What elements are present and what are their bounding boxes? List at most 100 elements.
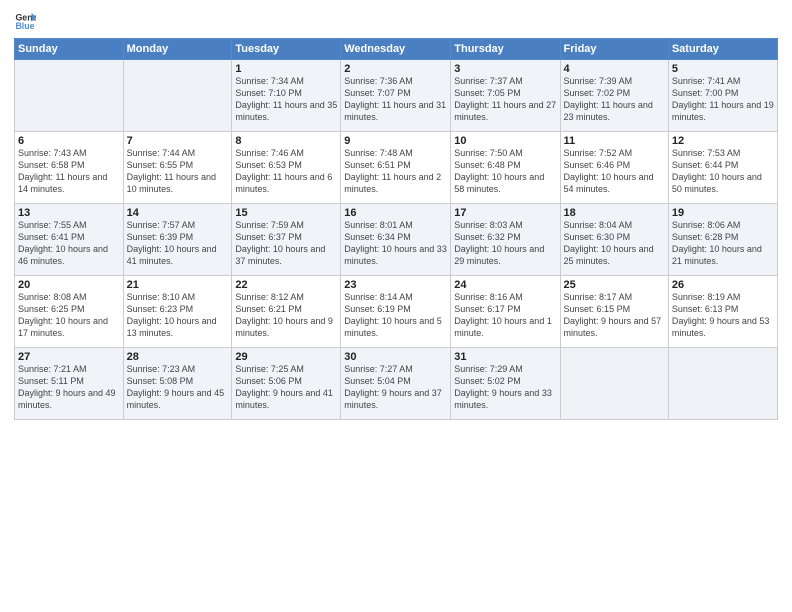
day-number: 14	[127, 207, 229, 219]
calendar-cell: 4Sunrise: 7:39 AM Sunset: 7:02 PM Daylig…	[560, 60, 668, 132]
calendar-cell: 2Sunrise: 7:36 AM Sunset: 7:07 PM Daylig…	[341, 60, 451, 132]
day-info: Sunrise: 7:34 AM Sunset: 7:10 PM Dayligh…	[235, 75, 337, 124]
weekday-tuesday: Tuesday	[232, 39, 341, 60]
calendar-cell: 25Sunrise: 8:17 AM Sunset: 6:15 PM Dayli…	[560, 276, 668, 348]
calendar-cell: 3Sunrise: 7:37 AM Sunset: 7:05 PM Daylig…	[451, 60, 560, 132]
calendar-cell: 10Sunrise: 7:50 AM Sunset: 6:48 PM Dayli…	[451, 132, 560, 204]
calendar-cell: 13Sunrise: 7:55 AM Sunset: 6:41 PM Dayli…	[15, 204, 124, 276]
calendar-cell: 9Sunrise: 7:48 AM Sunset: 6:51 PM Daylig…	[341, 132, 451, 204]
calendar-week-2: 13Sunrise: 7:55 AM Sunset: 6:41 PM Dayli…	[15, 204, 778, 276]
day-info: Sunrise: 7:37 AM Sunset: 7:05 PM Dayligh…	[454, 75, 556, 124]
calendar-cell: 5Sunrise: 7:41 AM Sunset: 7:00 PM Daylig…	[668, 60, 777, 132]
day-info: Sunrise: 8:08 AM Sunset: 6:25 PM Dayligh…	[18, 291, 120, 340]
day-number: 26	[672, 279, 774, 291]
calendar-cell: 23Sunrise: 8:14 AM Sunset: 6:19 PM Dayli…	[341, 276, 451, 348]
day-number: 3	[454, 63, 556, 75]
day-number: 10	[454, 135, 556, 147]
day-number: 21	[127, 279, 229, 291]
calendar-cell: 27Sunrise: 7:21 AM Sunset: 5:11 PM Dayli…	[15, 348, 124, 420]
day-number: 5	[672, 63, 774, 75]
day-info: Sunrise: 7:55 AM Sunset: 6:41 PM Dayligh…	[18, 219, 120, 268]
day-number: 13	[18, 207, 120, 219]
day-number: 17	[454, 207, 556, 219]
weekday-sunday: Sunday	[15, 39, 124, 60]
day-number: 18	[564, 207, 665, 219]
day-info: Sunrise: 8:10 AM Sunset: 6:23 PM Dayligh…	[127, 291, 229, 340]
weekday-wednesday: Wednesday	[341, 39, 451, 60]
calendar-cell: 20Sunrise: 8:08 AM Sunset: 6:25 PM Dayli…	[15, 276, 124, 348]
day-info: Sunrise: 7:41 AM Sunset: 7:00 PM Dayligh…	[672, 75, 774, 124]
day-number: 31	[454, 351, 556, 363]
day-number: 22	[235, 279, 337, 291]
weekday-thursday: Thursday	[451, 39, 560, 60]
day-info: Sunrise: 8:14 AM Sunset: 6:19 PM Dayligh…	[344, 291, 447, 340]
day-info: Sunrise: 7:57 AM Sunset: 6:39 PM Dayligh…	[127, 219, 229, 268]
weekday-friday: Friday	[560, 39, 668, 60]
day-info: Sunrise: 7:21 AM Sunset: 5:11 PM Dayligh…	[18, 363, 120, 412]
day-info: Sunrise: 7:46 AM Sunset: 6:53 PM Dayligh…	[235, 147, 337, 196]
day-info: Sunrise: 8:12 AM Sunset: 6:21 PM Dayligh…	[235, 291, 337, 340]
calendar-cell	[123, 60, 232, 132]
day-number: 8	[235, 135, 337, 147]
calendar-cell: 28Sunrise: 7:23 AM Sunset: 5:08 PM Dayli…	[123, 348, 232, 420]
weekday-header-row: SundayMondayTuesdayWednesdayThursdayFrid…	[15, 39, 778, 60]
day-info: Sunrise: 8:06 AM Sunset: 6:28 PM Dayligh…	[672, 219, 774, 268]
weekday-monday: Monday	[123, 39, 232, 60]
calendar-cell: 11Sunrise: 7:52 AM Sunset: 6:46 PM Dayli…	[560, 132, 668, 204]
calendar-cell: 26Sunrise: 8:19 AM Sunset: 6:13 PM Dayli…	[668, 276, 777, 348]
calendar-cell: 6Sunrise: 7:43 AM Sunset: 6:58 PM Daylig…	[15, 132, 124, 204]
calendar-cell: 16Sunrise: 8:01 AM Sunset: 6:34 PM Dayli…	[341, 204, 451, 276]
day-info: Sunrise: 8:16 AM Sunset: 6:17 PM Dayligh…	[454, 291, 556, 340]
calendar-table: SundayMondayTuesdayWednesdayThursdayFrid…	[14, 38, 778, 420]
day-number: 1	[235, 63, 337, 75]
day-number: 16	[344, 207, 447, 219]
calendar-week-4: 27Sunrise: 7:21 AM Sunset: 5:11 PM Dayli…	[15, 348, 778, 420]
day-info: Sunrise: 7:48 AM Sunset: 6:51 PM Dayligh…	[344, 147, 447, 196]
day-info: Sunrise: 7:50 AM Sunset: 6:48 PM Dayligh…	[454, 147, 556, 196]
calendar-week-3: 20Sunrise: 8:08 AM Sunset: 6:25 PM Dayli…	[15, 276, 778, 348]
calendar-cell: 1Sunrise: 7:34 AM Sunset: 7:10 PM Daylig…	[232, 60, 341, 132]
calendar-cell: 8Sunrise: 7:46 AM Sunset: 6:53 PM Daylig…	[232, 132, 341, 204]
day-number: 6	[18, 135, 120, 147]
day-info: Sunrise: 7:53 AM Sunset: 6:44 PM Dayligh…	[672, 147, 774, 196]
day-number: 2	[344, 63, 447, 75]
day-number: 24	[454, 279, 556, 291]
day-info: Sunrise: 8:17 AM Sunset: 6:15 PM Dayligh…	[564, 291, 665, 340]
day-info: Sunrise: 8:01 AM Sunset: 6:34 PM Dayligh…	[344, 219, 447, 268]
calendar-body: 1Sunrise: 7:34 AM Sunset: 7:10 PM Daylig…	[15, 60, 778, 420]
weekday-saturday: Saturday	[668, 39, 777, 60]
day-info: Sunrise: 7:59 AM Sunset: 6:37 PM Dayligh…	[235, 219, 337, 268]
calendar-cell	[15, 60, 124, 132]
day-number: 19	[672, 207, 774, 219]
calendar-week-1: 6Sunrise: 7:43 AM Sunset: 6:58 PM Daylig…	[15, 132, 778, 204]
calendar-week-0: 1Sunrise: 7:34 AM Sunset: 7:10 PM Daylig…	[15, 60, 778, 132]
calendar-cell: 7Sunrise: 7:44 AM Sunset: 6:55 PM Daylig…	[123, 132, 232, 204]
day-info: Sunrise: 7:29 AM Sunset: 5:02 PM Dayligh…	[454, 363, 556, 412]
day-number: 12	[672, 135, 774, 147]
day-number: 23	[344, 279, 447, 291]
day-number: 25	[564, 279, 665, 291]
day-number: 4	[564, 63, 665, 75]
calendar-cell: 17Sunrise: 8:03 AM Sunset: 6:32 PM Dayli…	[451, 204, 560, 276]
day-info: Sunrise: 7:52 AM Sunset: 6:46 PM Dayligh…	[564, 147, 665, 196]
day-info: Sunrise: 7:43 AM Sunset: 6:58 PM Dayligh…	[18, 147, 120, 196]
calendar-cell: 15Sunrise: 7:59 AM Sunset: 6:37 PM Dayli…	[232, 204, 341, 276]
day-info: Sunrise: 7:44 AM Sunset: 6:55 PM Dayligh…	[127, 147, 229, 196]
calendar-cell: 19Sunrise: 8:06 AM Sunset: 6:28 PM Dayli…	[668, 204, 777, 276]
svg-text:Blue: Blue	[15, 21, 34, 31]
logo-icon: General Blue	[14, 10, 36, 32]
calendar-cell: 12Sunrise: 7:53 AM Sunset: 6:44 PM Dayli…	[668, 132, 777, 204]
day-info: Sunrise: 7:25 AM Sunset: 5:06 PM Dayligh…	[235, 363, 337, 412]
logo: General Blue	[14, 10, 38, 32]
calendar-cell: 31Sunrise: 7:29 AM Sunset: 5:02 PM Dayli…	[451, 348, 560, 420]
day-number: 20	[18, 279, 120, 291]
day-number: 9	[344, 135, 447, 147]
day-info: Sunrise: 7:27 AM Sunset: 5:04 PM Dayligh…	[344, 363, 447, 412]
calendar-cell: 29Sunrise: 7:25 AM Sunset: 5:06 PM Dayli…	[232, 348, 341, 420]
day-info: Sunrise: 7:39 AM Sunset: 7:02 PM Dayligh…	[564, 75, 665, 124]
day-number: 30	[344, 351, 447, 363]
day-info: Sunrise: 8:19 AM Sunset: 6:13 PM Dayligh…	[672, 291, 774, 340]
day-info: Sunrise: 7:23 AM Sunset: 5:08 PM Dayligh…	[127, 363, 229, 412]
calendar-cell: 24Sunrise: 8:16 AM Sunset: 6:17 PM Dayli…	[451, 276, 560, 348]
calendar-cell	[668, 348, 777, 420]
